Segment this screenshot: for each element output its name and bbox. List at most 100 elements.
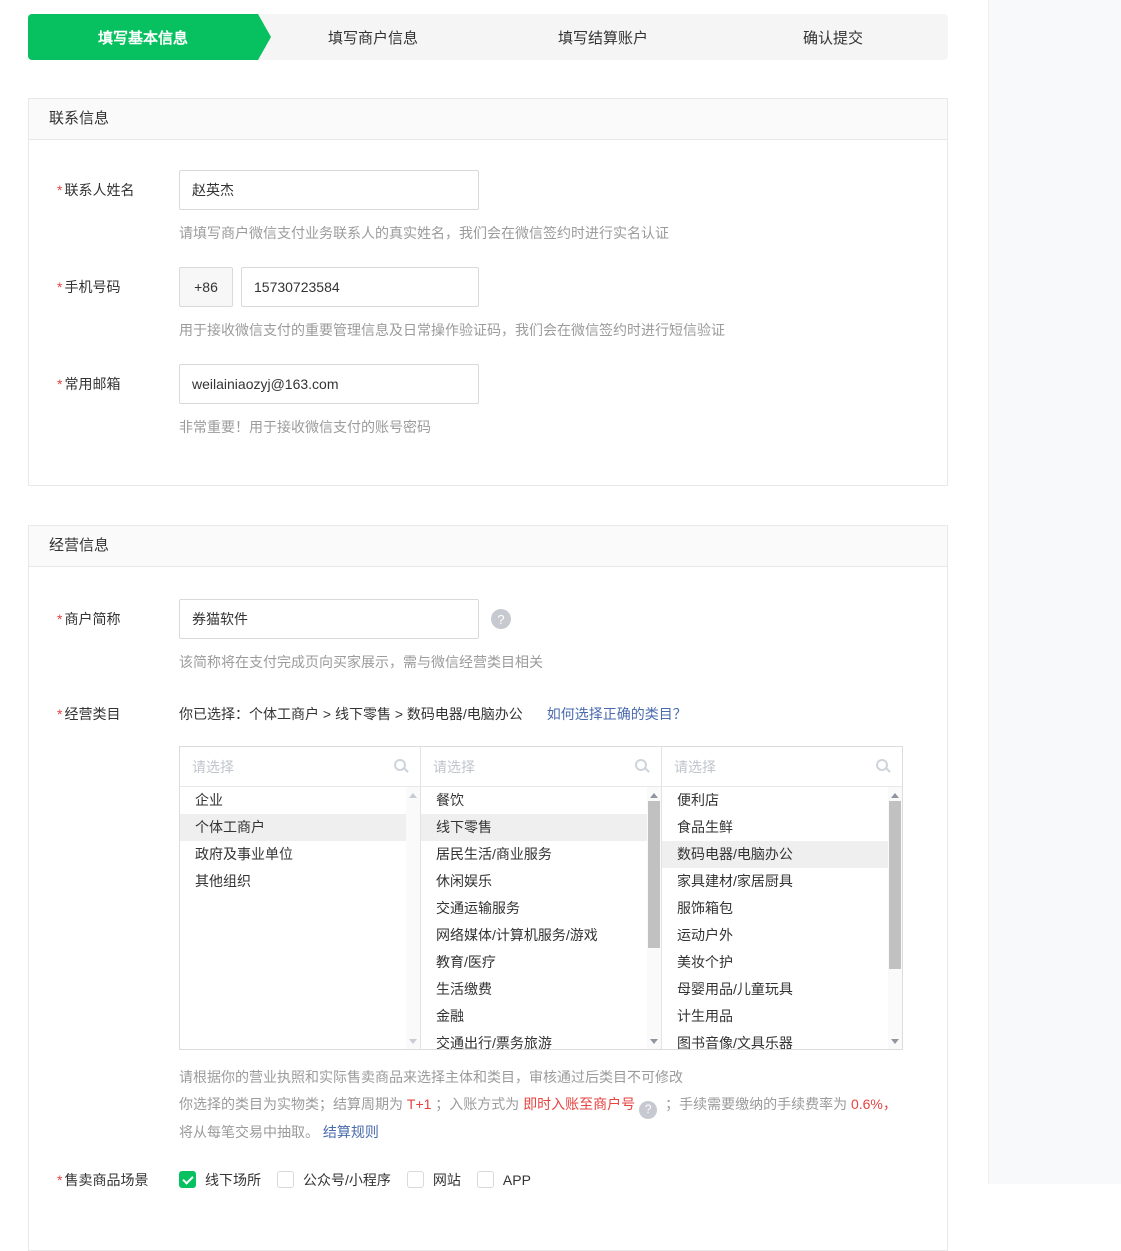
fee-rate-value: 0.6%， — [850, 1096, 897, 1112]
category-option[interactable]: 母婴用品/儿童玩具 — [662, 976, 888, 1003]
phone-label: * 手机号码 — [57, 279, 121, 295]
category-option[interactable]: 个体工商户 — [180, 814, 406, 841]
checkbox-icon[interactable] — [277, 1171, 294, 1188]
required-asterisk: * — [57, 611, 63, 627]
category-option[interactable]: 休闲娱乐 — [421, 868, 647, 895]
checkbox-icon[interactable] — [406, 1171, 424, 1188]
category-option[interactable]: 图书音像/文具乐器 — [662, 1030, 888, 1049]
category-option[interactable]: 企业 — [180, 787, 406, 814]
scene-option-label: 网站 — [432, 1171, 461, 1188]
required-asterisk: * — [57, 706, 63, 722]
required-asterisk: * — [57, 182, 63, 198]
category-option[interactable]: 生活缴费 — [421, 976, 647, 1003]
scene-option-label: 线下场所 — [205, 1171, 261, 1188]
step-3[interactable]: 填写结算账户 — [488, 14, 718, 60]
contact-info-card: 联系信息 *联系人姓名 请填写商户微信支付业务联系人的真实姓名，我们会在微信签约… — [28, 98, 948, 486]
category-note-1: 请根据你的营业执照和实际售卖商品来选择主体和类目，审核通过后类目不可修改 — [179, 1069, 683, 1085]
sale-scene-label: * 售卖商品场景 — [57, 1171, 149, 1188]
category-option[interactable]: 其他组织 — [180, 868, 406, 895]
search-icon — [876, 759, 888, 771]
category-option[interactable]: 金融 — [421, 1003, 647, 1030]
scrollbar[interactable] — [406, 787, 420, 1049]
category-option[interactable]: 运动户外 — [662, 922, 888, 949]
email-row: *常用邮箱 非常重要！用于接收微信支付的账号密码 — [57, 364, 947, 437]
scrollbar-thumb[interactable] — [648, 801, 660, 948]
sale-scene-row: * 售卖商品场景 线下场所 公众号/小程序 网站 APP — [57, 1170, 947, 1190]
category-option[interactable]: 网络媒体/计算机服务/游戏 — [421, 922, 647, 949]
scroll-up-icon[interactable] — [406, 788, 420, 802]
sale-scene-options: 线下场所 公众号/小程序 网站 APP — [179, 1170, 547, 1190]
category-option[interactable]: 食品生鲜 — [662, 814, 888, 841]
step-2[interactable]: 填写商户信息 — [258, 14, 488, 60]
question-mark-icon[interactable]: ? — [491, 609, 511, 629]
search-icon — [635, 759, 647, 771]
contact-name-input[interactable] — [179, 170, 479, 210]
category-cascader: 企业个体工商户政府及事业单位其他组织餐饮线下零售居民生活/商业服务休闲娱乐交通运… — [179, 746, 903, 1050]
scroll-down-icon[interactable] — [406, 1034, 420, 1048]
phone-country-code[interactable]: +86 — [179, 267, 233, 307]
category-option[interactable]: 数码电器/电脑办公 — [662, 841, 888, 868]
category-option[interactable]: 政府及事业单位 — [180, 841, 406, 868]
category-option[interactable]: 线下零售 — [421, 814, 647, 841]
checkbox-icon[interactable] — [476, 1171, 494, 1188]
scene-option[interactable]: 网站 — [406, 1170, 461, 1190]
category-option-list: 餐饮 线下零售 居民生活/商业服务 休闲娱乐 交通运输服务 网络媒体/计算机服务/游戏 教育… — [421, 787, 661, 1049]
category-note-2: 你选择的类目为实物类；结算周期为 T+1 ；入账方式为 即时入账至商户号? ；手… — [179, 1096, 897, 1140]
category-option-list: 便利店 食品生鲜 数码电器/电脑办公 家具建材/家居厨具 服饰箱包 运动户外 美妆个护 母婴用… — [662, 787, 902, 1049]
checkbox-checked-icon[interactable] — [179, 1171, 196, 1188]
email-input[interactable] — [179, 364, 479, 404]
category-column-2: 餐饮线下零售居民生活/商业服务休闲娱乐交通运输服务网络媒体/计算机服务/游戏教育… — [421, 747, 662, 1049]
page-gutter — [988, 0, 1121, 1184]
category-row: * 经营类目 你已选择：个体工商户 > 线下零售 > 数码电器/电脑办公 如何选择… — [57, 704, 947, 1146]
category-search-input[interactable] — [421, 758, 661, 775]
category-option[interactable]: 交通出行/票务旅游 — [421, 1030, 647, 1049]
shortname-label: * 商户简称 — [57, 611, 121, 627]
required-asterisk: * — [57, 376, 63, 392]
scene-option[interactable]: 线下场所 — [179, 1170, 261, 1190]
category-search-box — [180, 747, 420, 787]
question-mark-icon[interactable]: ? — [639, 1100, 658, 1119]
step-1: 填写基本信息 — [28, 14, 271, 60]
scrollbar[interactable] — [888, 787, 902, 1049]
scene-option-label: 公众号/小程序 — [303, 1171, 391, 1188]
category-option[interactable]: 便利店 — [662, 787, 888, 814]
category-option[interactable]: 计生用品 — [662, 1003, 888, 1030]
phone-input[interactable] — [241, 267, 479, 307]
scroll-up-icon[interactable] — [888, 788, 902, 802]
category-label: * 经营类目 — [57, 706, 121, 722]
section-title-business: 经营信息 — [29, 526, 947, 567]
scroll-down-icon[interactable] — [647, 1034, 661, 1048]
merchant-apply-form: 填写基本信息填写商户信息填写结算账户确认提交 联系信息 *联系人姓名 请填写商户… — [28, 14, 948, 1251]
category-option[interactable]: 教育/医疗 — [421, 949, 647, 976]
category-help-link[interactable]: 如何选择正确的类目？ — [547, 706, 687, 722]
scene-option[interactable]: 公众号/小程序 — [277, 1170, 391, 1190]
step-4[interactable]: 确认提交 — [718, 14, 948, 60]
scene-option[interactable]: APP — [476, 1171, 531, 1188]
category-option[interactable]: 居民生活/商业服务 — [421, 841, 647, 868]
scrollbar-thumb[interactable] — [889, 801, 901, 969]
category-option[interactable]: 家具建材/家居厨具 — [662, 868, 888, 895]
category-search-input[interactable] — [662, 758, 902, 775]
scrollbar[interactable] — [647, 787, 661, 1049]
category-search-box — [662, 747, 902, 787]
category-selected-path: 你已选择：个体工商户 > 线下零售 > 数码电器/电脑办公 如何选择正确的类目？ — [179, 706, 687, 722]
entry-mode-value[interactable]: 即时入账至商户号 — [523, 1096, 635, 1112]
required-asterisk: * — [57, 279, 63, 295]
category-option-list: 企业 个体工商户 政府及事业单位 其他组织 — [180, 787, 420, 1049]
scene-option-label: APP — [502, 1171, 531, 1188]
scroll-down-icon[interactable] — [888, 1034, 902, 1048]
required-asterisk: * — [57, 1171, 63, 1188]
phone-row: *手机号码 +86 用于接收微信支付的重要管理信息及日常操作验证码，我们会在微信… — [57, 267, 947, 340]
search-icon — [394, 759, 406, 771]
shortname-input[interactable] — [179, 599, 479, 639]
category-option[interactable]: 餐饮 — [421, 787, 647, 814]
scroll-up-icon[interactable] — [647, 788, 661, 802]
merchant-shortname-row: *商户简称 ? 该简称将在支付完成页向买家展示，需与微信经营类目相关 — [57, 599, 947, 672]
category-option[interactable]: 服饰箱包 — [662, 895, 888, 922]
category-option[interactable]: 交通运输服务 — [421, 895, 647, 922]
settlement-cycle-value: T+1 — [406, 1096, 432, 1112]
category-option[interactable]: 美妆个护 — [662, 949, 888, 976]
category-search-input[interactable] — [180, 758, 420, 775]
settlement-rules-link[interactable]: 结算规则 — [323, 1124, 379, 1140]
email-hint: 非常重要！用于接收微信支付的账号密码 — [179, 419, 431, 435]
